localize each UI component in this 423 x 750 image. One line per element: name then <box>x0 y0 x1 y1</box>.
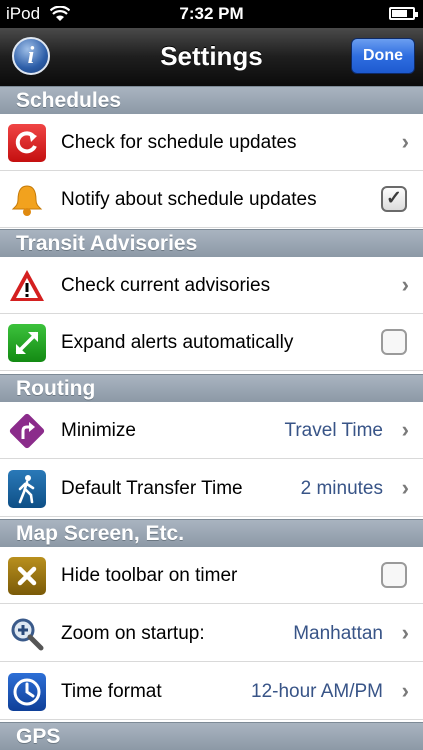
section-title: GPS <box>16 725 61 748</box>
row-value: Manhattan <box>293 623 383 644</box>
row-default-transfer-time[interactable]: Default Transfer Time 2 minutes › <box>0 460 423 517</box>
warning-icon <box>8 267 46 305</box>
refresh-icon <box>8 124 46 162</box>
row-hide-toolbar[interactable]: Hide toolbar on timer <box>0 547 423 604</box>
row-check-schedule-updates[interactable]: Check for schedule updates › <box>0 114 423 171</box>
done-button[interactable]: Done <box>351 38 415 74</box>
chevron-right-icon: › <box>401 475 409 500</box>
close-x-icon <box>8 557 46 595</box>
row-minimize[interactable]: Minimize Travel Time › <box>0 402 423 459</box>
section-header-routing: Routing <box>0 374 423 402</box>
checkbox-unchecked[interactable] <box>381 562 407 588</box>
walking-person-icon <box>8 470 46 508</box>
chevron-right-icon: › <box>401 620 409 645</box>
chevron-right-icon: › <box>401 129 409 154</box>
row-label: Check current advisories <box>61 275 271 296</box>
row-notify-schedule-updates[interactable]: Notify about schedule updates ✓ <box>0 171 423 228</box>
row-label: Notify about schedule updates <box>61 189 317 210</box>
row-zoom-on-startup[interactable]: Zoom on startup: Manhattan › <box>0 605 423 662</box>
clock-time: 7:32 PM <box>179 4 244 23</box>
row-label: Zoom on startup: <box>61 623 205 644</box>
section-title: Schedules <box>16 89 122 112</box>
battery-icon <box>389 7 418 20</box>
checkbox-unchecked[interactable] <box>381 329 407 355</box>
checkbox-checked[interactable]: ✓ <box>381 186 407 212</box>
row-label: Hide toolbar on timer <box>61 565 238 586</box>
zoom-in-icon <box>8 615 46 653</box>
section-header-transit-advisories: Transit Advisories <box>0 229 423 257</box>
clock-icon <box>8 673 46 711</box>
row-time-format[interactable]: Time format 12-hour AM/PM › <box>0 663 423 720</box>
row-expand-alerts[interactable]: Expand alerts automatically <box>0 314 423 371</box>
chevron-right-icon: › <box>401 678 409 703</box>
section-title: Map Screen, Etc. <box>16 522 185 545</box>
row-label: Minimize <box>61 420 136 441</box>
section-header-schedules: Schedules <box>0 86 423 114</box>
row-value: Travel Time <box>284 420 383 441</box>
turn-sign-icon <box>8 412 46 450</box>
bell-icon <box>8 181 46 219</box>
navigation-bar: i Settings Done <box>0 28 423 87</box>
chevron-right-icon: › <box>401 417 409 442</box>
section-header-map-screen: Map Screen, Etc. <box>0 519 423 547</box>
row-label: Time format <box>61 681 162 702</box>
section-header-gps: GPS <box>0 722 423 750</box>
expand-icon <box>8 324 46 362</box>
status-bar: iPod 7:32 PM <box>0 0 423 28</box>
row-label: Check for schedule updates <box>61 132 297 153</box>
section-title: Routing <box>16 377 96 400</box>
section-title: Transit Advisories <box>16 232 198 255</box>
row-label: Expand alerts automatically <box>61 332 294 353</box>
row-check-advisories[interactable]: Check current advisories › <box>0 257 423 314</box>
row-value: 2 minutes <box>300 478 383 499</box>
row-label: Default Transfer Time <box>61 478 243 499</box>
row-value: 12-hour AM/PM <box>251 681 383 702</box>
chevron-right-icon: › <box>401 272 409 297</box>
